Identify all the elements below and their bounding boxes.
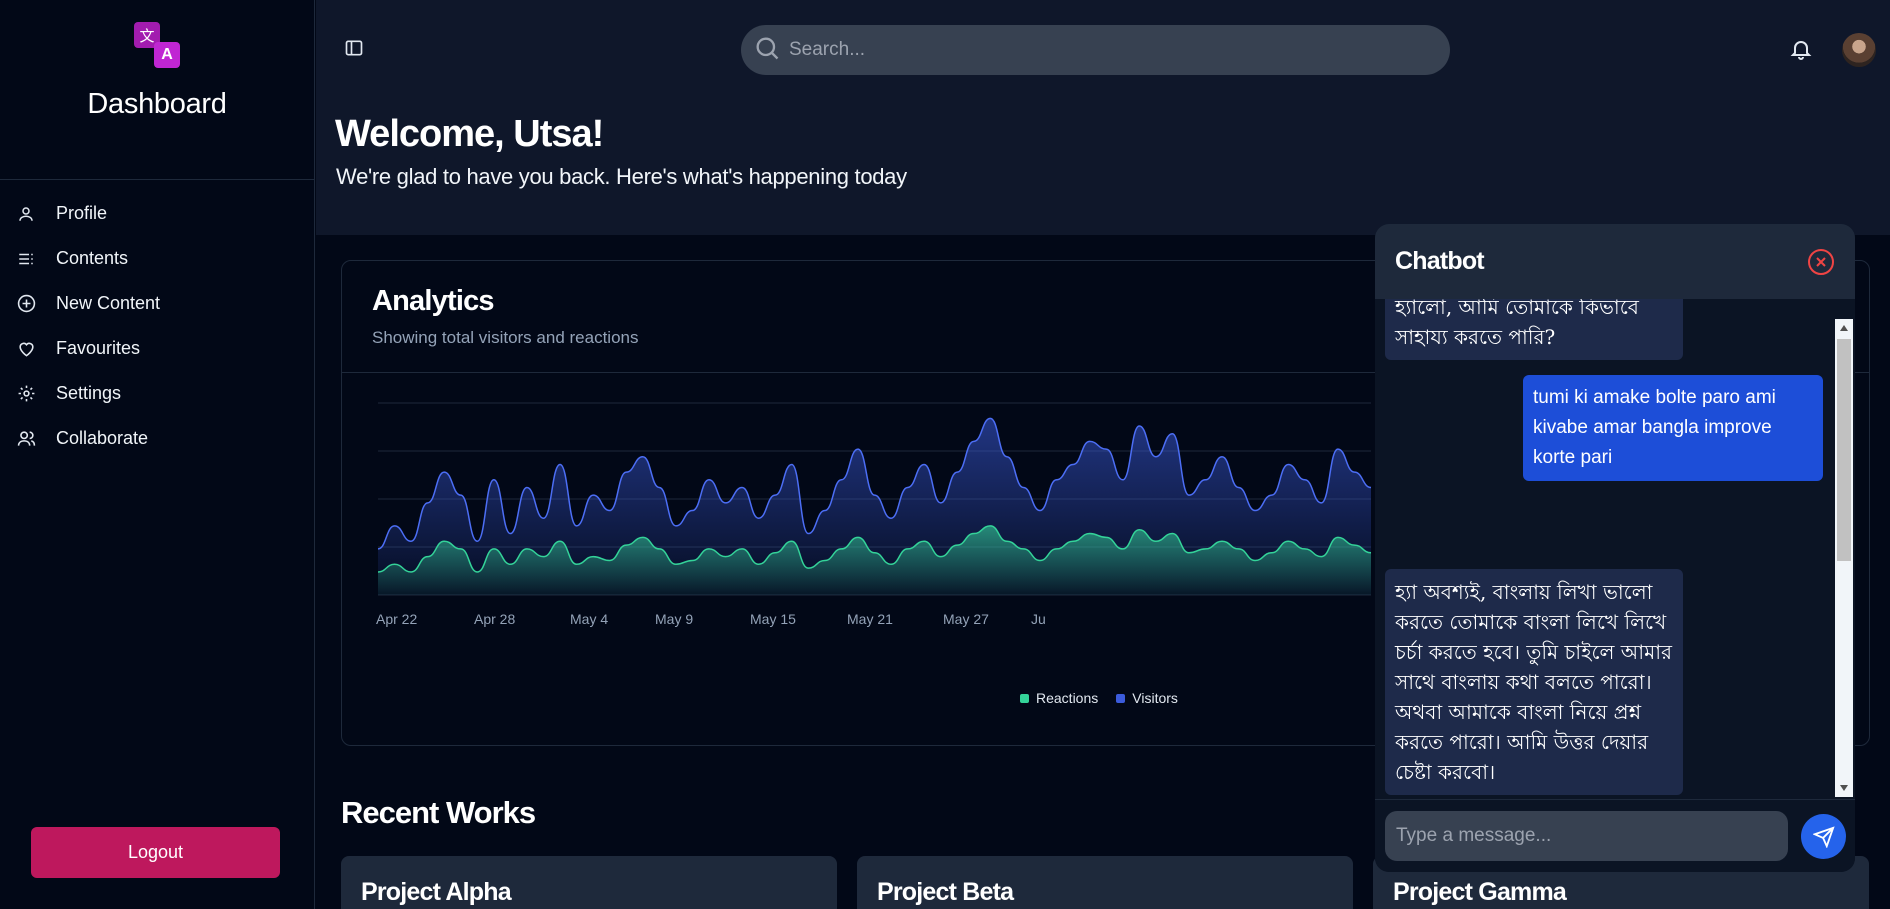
sidebar-item-label: Settings bbox=[56, 383, 122, 403]
chat-message-user: tumi ki amake bolte paro ami kivabe amar… bbox=[1523, 375, 1823, 481]
sidebar-item-new-content[interactable]: New Content bbox=[0, 281, 314, 326]
heart-icon bbox=[16, 339, 36, 359]
users-icon bbox=[16, 429, 36, 449]
chatbot-title: Chatbot bbox=[1395, 247, 1485, 275]
search-bar bbox=[741, 25, 1450, 75]
close-icon[interactable] bbox=[1807, 248, 1835, 276]
chat-messages[interactable]: হ্যালো, আমি তোমাকে কিভাবে সাহায্য করতে প… bbox=[1375, 299, 1835, 799]
legend-item-reactions[interactable]: Reactions bbox=[1020, 690, 1098, 706]
sidebar-item-profile[interactable]: Profile bbox=[0, 191, 314, 236]
chat-message-input[interactable] bbox=[1385, 811, 1788, 861]
scroll-up-icon[interactable] bbox=[1840, 325, 1848, 331]
logo-glyph-secondary: A bbox=[154, 42, 180, 68]
sidebar-title: Dashboard bbox=[87, 88, 227, 120]
sidebar: 文 A Dashboard Profile Contents New Conte… bbox=[0, 0, 315, 909]
send-icon bbox=[1812, 825, 1835, 848]
project-title: Project Alpha bbox=[361, 878, 512, 906]
project-card[interactable]: Project Alpha bbox=[341, 856, 837, 909]
avatar[interactable] bbox=[1842, 33, 1876, 67]
chart-legend: Reactions Visitors bbox=[1020, 690, 1178, 706]
x-tick-label: May 27 bbox=[943, 611, 989, 627]
sidebar-item-label: Collaborate bbox=[56, 428, 149, 448]
analytics-chart: Apr 6Apr 11Apr 16Apr 22Apr 28May 4May 9M… bbox=[376, 402, 1371, 627]
x-tick-label: Apr 28 bbox=[474, 611, 515, 627]
scrollbar-thumb[interactable] bbox=[1837, 339, 1851, 561]
sidebar-nav: Profile Contents New Content Favourites … bbox=[0, 180, 314, 461]
legend-label: Reactions bbox=[1036, 690, 1099, 706]
legend-swatch-reactions bbox=[1020, 693, 1029, 703]
chat-composer bbox=[1375, 799, 1855, 872]
sidebar-item-favourites[interactable]: Favourites bbox=[0, 326, 314, 371]
page-title: Welcome, Utsa! bbox=[335, 113, 604, 155]
legend-label: Visitors bbox=[1132, 690, 1178, 706]
project-card[interactable]: Project Beta bbox=[857, 856, 1353, 909]
header: Welcome, Utsa! We're glad to have you ba… bbox=[316, 0, 1890, 235]
translate-logo-icon: 文 A bbox=[134, 22, 180, 68]
user-icon bbox=[16, 204, 36, 224]
legend-item-visitors[interactable]: Visitors bbox=[1116, 690, 1178, 706]
recent-works-title: Recent Works bbox=[341, 795, 536, 830]
bell-icon[interactable] bbox=[1789, 37, 1815, 63]
sidebar-item-contents[interactable]: Contents bbox=[0, 236, 314, 281]
legend-swatch-visitors bbox=[1116, 693, 1126, 703]
x-tick-label: Ju bbox=[1031, 611, 1046, 627]
plus-circle-icon bbox=[16, 294, 36, 314]
chatbot-header: Chatbot bbox=[1375, 224, 1855, 299]
project-title: Project Gamma bbox=[1393, 878, 1567, 906]
search-icon bbox=[753, 34, 781, 67]
sidebar-item-settings[interactable]: Settings bbox=[0, 371, 314, 416]
project-title: Project Beta bbox=[877, 878, 1014, 906]
brand: 文 A Dashboard bbox=[0, 0, 314, 180]
chat-scrollbar[interactable] bbox=[1835, 319, 1853, 797]
sidebar-item-collaborate[interactable]: Collaborate bbox=[0, 416, 314, 461]
sidebar-item-label: New Content bbox=[56, 293, 161, 313]
search-input[interactable] bbox=[789, 39, 1409, 61]
list-icon bbox=[16, 249, 36, 269]
logout-button[interactable]: Logout bbox=[31, 827, 280, 878]
x-tick-label: May 15 bbox=[750, 611, 796, 627]
chatbot-panel: Chatbot হ্যালো, আমি তোমাকে কিভাবে সাহায্… bbox=[1375, 224, 1855, 872]
sidebar-item-label: Contents bbox=[56, 248, 129, 268]
x-tick-label: May 9 bbox=[655, 611, 693, 627]
x-tick-label: May 21 bbox=[847, 611, 893, 627]
gear-icon bbox=[16, 384, 36, 404]
scroll-down-icon[interactable] bbox=[1840, 785, 1848, 791]
send-button[interactable] bbox=[1801, 814, 1846, 859]
x-tick-label: Apr 22 bbox=[376, 611, 417, 627]
sidebar-item-label: Profile bbox=[56, 203, 108, 223]
sidebar-toggle-icon[interactable] bbox=[344, 38, 366, 60]
chat-message-bot: হ্যালো, আমি তোমাকে কিভাবে সাহায্য করতে প… bbox=[1385, 299, 1683, 360]
chat-message-bot: হ্যা অবশ্যই, বাংলায় লিখা ভালো করতে তোমা… bbox=[1385, 569, 1683, 795]
page-subtitle: We're glad to have you back. Here's what… bbox=[336, 164, 907, 189]
x-tick-label: May 4 bbox=[570, 611, 608, 627]
sidebar-item-label: Favourites bbox=[56, 338, 141, 358]
